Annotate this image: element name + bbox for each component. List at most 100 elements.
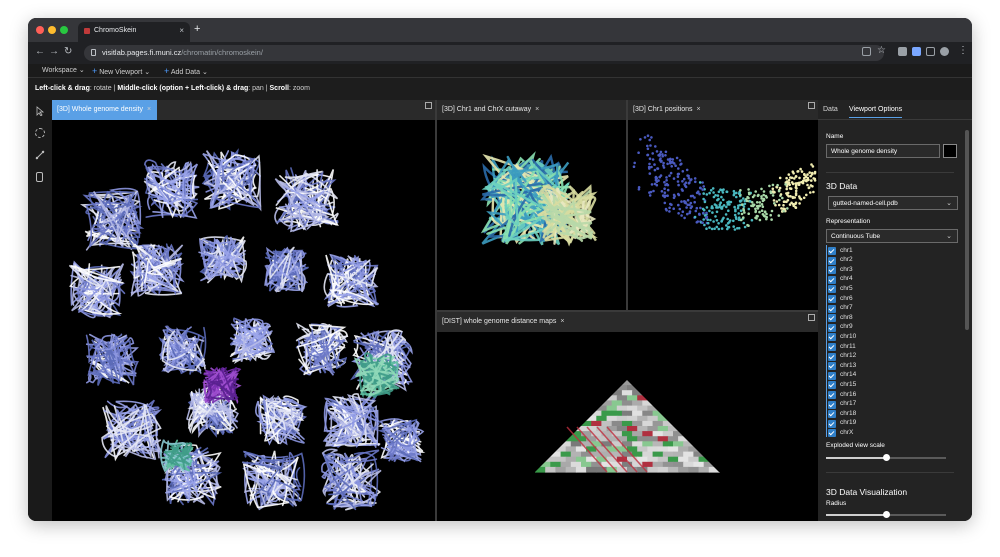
url-bar[interactable]: visitlab.pages.fi.muni.cz/chromatin/chro… — [84, 45, 884, 61]
chromosome-checkbox[interactable] — [828, 362, 836, 371]
close-icon[interactable]: × — [560, 318, 564, 325]
extensions-icon[interactable] — [898, 47, 907, 56]
more-menu-icon[interactable]: ⋮ — [958, 45, 968, 56]
new-viewport-menu[interactable]: + New Viewport ⌄ — [92, 66, 150, 76]
close-tab-icon[interactable]: × — [179, 26, 184, 35]
bin-point — [760, 187, 763, 191]
viewport-positions[interactable]: [3D] Chr1 positions × — [628, 100, 818, 310]
close-icon[interactable]: × — [535, 106, 539, 113]
bin-point — [762, 190, 766, 193]
viewport-cutaway[interactable]: [3D] Chr1 and ChrX cutaway × — [437, 100, 626, 310]
new-tab-button[interactable]: + — [194, 23, 200, 35]
close-icon[interactable]: × — [697, 106, 701, 113]
chromosome-label: chr2 — [840, 256, 853, 264]
bin-point — [717, 190, 721, 194]
reload-icon[interactable]: ↻ — [64, 46, 72, 57]
chromosome-checkbox[interactable] — [828, 314, 836, 323]
genome-3d-render[interactable] — [52, 120, 435, 521]
bin-point — [719, 201, 722, 204]
name-field[interactable]: Whole genome density — [826, 144, 940, 158]
cursor-tool-icon[interactable] — [35, 106, 45, 116]
distance-cell — [627, 426, 638, 432]
chromosome-checkbox[interactable] — [828, 275, 836, 284]
distance-cell — [657, 436, 669, 442]
bin-point — [689, 201, 693, 205]
bin-point — [648, 194, 652, 197]
workspace-menu[interactable]: Workspace ⌄ — [42, 66, 85, 74]
bin-point — [747, 196, 750, 200]
bin-point — [751, 204, 755, 208]
lasso-tool-icon[interactable] — [35, 128, 45, 138]
maximize-icon[interactable] — [425, 102, 432, 109]
chromosome-checkbox[interactable] — [828, 295, 836, 303]
chromosome-checkbox[interactable] — [828, 352, 836, 361]
panel-tool-icon[interactable] — [36, 172, 43, 182]
add-data-menu[interactable]: + Add Data ⌄ — [164, 66, 208, 76]
browser-tab[interactable]: ChromoSkein × — [78, 22, 190, 42]
exploded-slider[interactable] — [826, 454, 946, 461]
bin-point — [763, 210, 767, 213]
viewport-main-title: [3D] Whole genome density — [57, 106, 143, 113]
tool-strip — [28, 100, 52, 521]
viewport-distance-tab[interactable]: [DIST] whole genome distance maps × — [437, 312, 570, 332]
viewport-positions-tab[interactable]: [3D] Chr1 positions × — [628, 100, 707, 120]
chromosome-checkbox[interactable] — [828, 381, 836, 390]
sidebar-icon[interactable] — [926, 47, 935, 56]
chromosome-checkbox[interactable] — [828, 333, 836, 342]
bin-point — [771, 183, 775, 187]
chromosome-checkbox[interactable] — [828, 410, 836, 419]
cutaway-3d-render[interactable] — [437, 120, 626, 310]
zoom-window-button[interactable] — [60, 26, 68, 34]
representation-select[interactable]: Continuous Tube ⌄ — [826, 229, 958, 243]
bin-point — [710, 227, 714, 231]
bin-point — [727, 225, 731, 229]
chromosome-checkbox[interactable] — [828, 419, 836, 428]
radius-slider[interactable] — [826, 511, 946, 518]
distance-map-render[interactable] — [437, 332, 818, 521]
viewport-distance[interactable]: [DIST] whole genome distance maps × — [437, 312, 818, 521]
share-icon[interactable] — [862, 47, 871, 56]
minimize-window-button[interactable] — [48, 26, 56, 34]
chromosome-checkbox[interactable] — [828, 391, 836, 399]
maximize-icon[interactable] — [808, 314, 815, 321]
ruler-tool-icon[interactable] — [35, 150, 45, 160]
extension-icon[interactable] — [912, 47, 921, 56]
panel-scrollbar[interactable] — [965, 130, 969, 330]
close-icon[interactable]: × — [147, 106, 151, 113]
radius-slider-knob[interactable] — [883, 511, 890, 518]
chromosome-checkbox[interactable] — [828, 285, 836, 294]
distance-cell — [575, 456, 587, 463]
distance-cell — [555, 456, 567, 463]
chromosome-checkbox[interactable] — [828, 247, 836, 255]
bin-point — [670, 160, 674, 164]
bin-point — [716, 198, 719, 202]
color-swatch[interactable] — [943, 144, 957, 158]
positions-3d-render[interactable] — [628, 120, 818, 310]
viewport-cutaway-tab[interactable]: [3D] Chr1 and ChrX cutaway × — [437, 100, 545, 120]
chromosome-checkbox[interactable] — [828, 343, 836, 351]
bin-point — [664, 150, 668, 154]
tab-viewport-options[interactable]: Viewport Options — [849, 106, 903, 118]
forward-arrow-icon[interactable]: → — [49, 46, 59, 57]
chromosome-checkbox[interactable] — [828, 371, 836, 380]
exploded-slider-knob[interactable] — [883, 454, 890, 461]
profile-icon[interactable] — [940, 47, 949, 56]
chromosome-checkbox[interactable] — [828, 304, 836, 313]
hint-left-click: Left-click & drag — [35, 85, 90, 92]
data3d-select[interactable]: gutted-named-cell.pdb ⌄ — [828, 196, 958, 210]
back-arrow-icon[interactable]: ← — [35, 46, 45, 57]
chromosome-checkbox[interactable] — [828, 323, 836, 332]
tab-data[interactable]: Data — [823, 106, 838, 113]
chromosome-checkbox[interactable] — [828, 400, 836, 409]
viewport-main[interactable]: [3D] Whole genome density × — [52, 100, 435, 521]
chromosome-checkbox[interactable] — [828, 256, 836, 265]
maximize-icon[interactable] — [808, 102, 815, 109]
close-window-button[interactable] — [36, 26, 44, 34]
viewport-main-tab[interactable]: [3D] Whole genome density × — [52, 100, 158, 120]
bin-point — [676, 175, 680, 178]
bin-point — [637, 151, 640, 154]
chromosome-checkbox[interactable] — [828, 429, 836, 438]
bin-point — [678, 207, 682, 211]
chromosome-checkbox[interactable] — [828, 266, 836, 275]
bookmark-star-icon[interactable]: ☆ — [877, 45, 886, 56]
